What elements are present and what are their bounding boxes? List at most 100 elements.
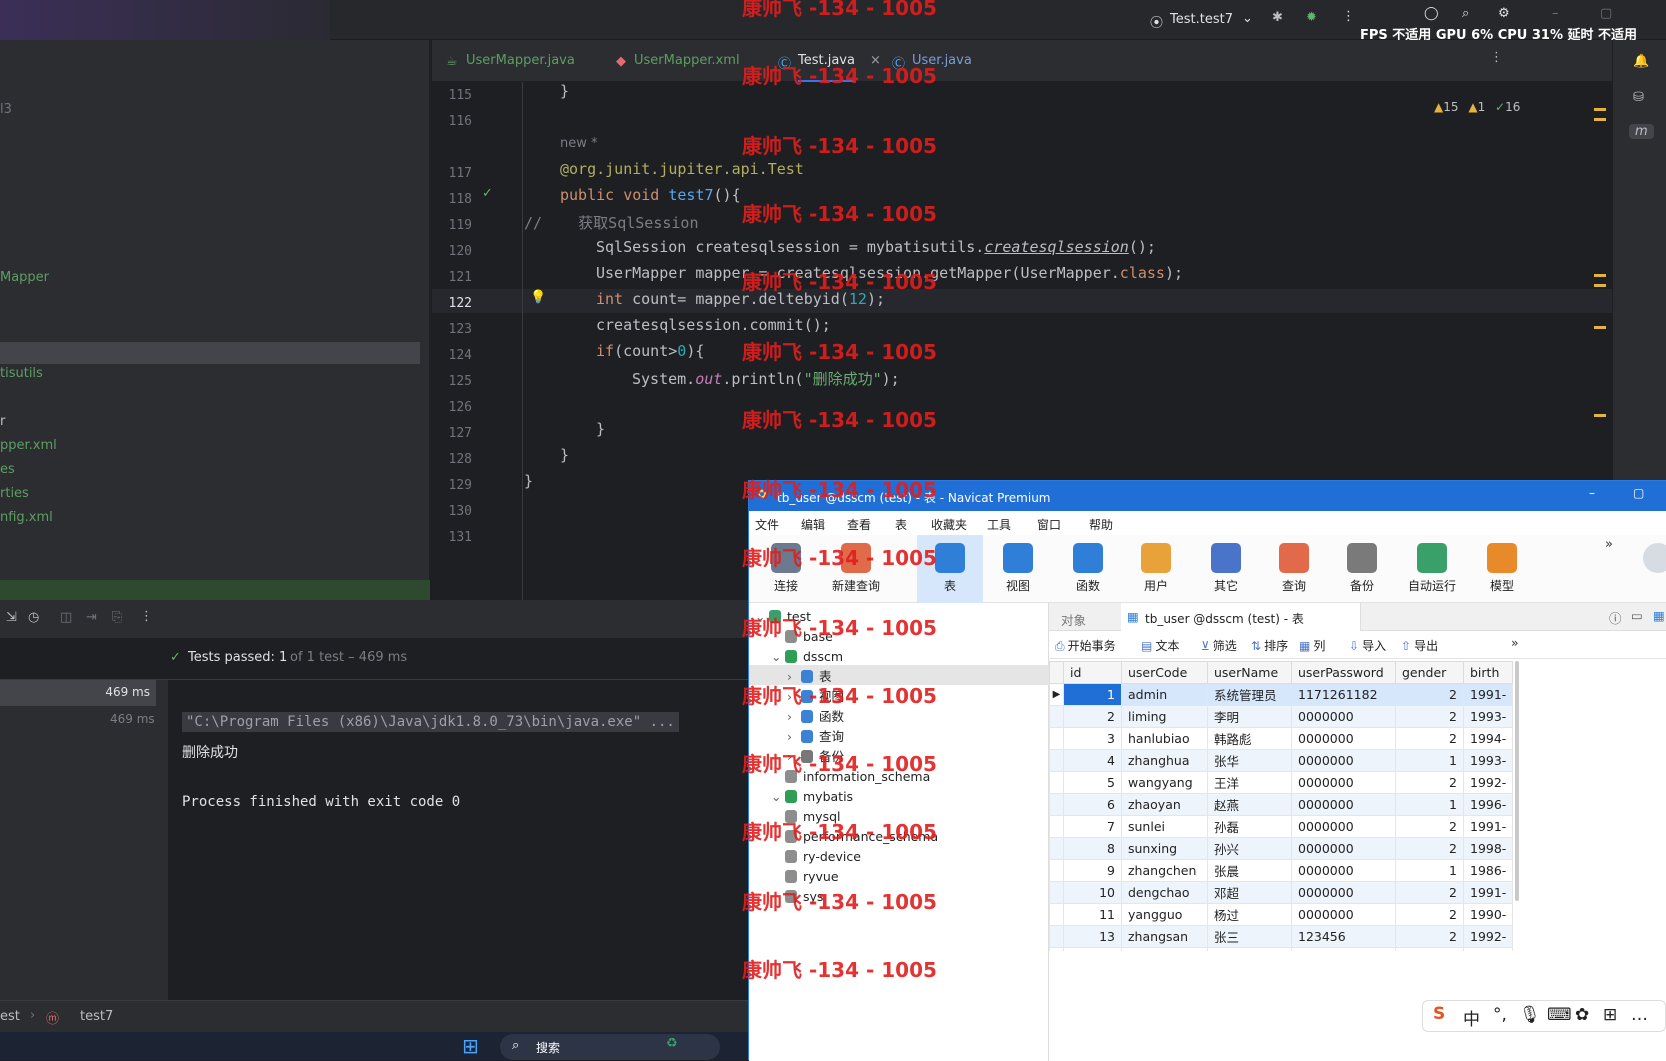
row-marker[interactable] (1049, 727, 1064, 750)
run-config-selector[interactable]: Test.test7 (1170, 12, 1233, 27)
row-marker[interactable] (1049, 815, 1064, 838)
table-cell[interactable]: 14 (1063, 947, 1122, 951)
project-tree-item[interactable]: l3 (0, 102, 12, 117)
row-marker[interactable] (1049, 859, 1064, 882)
camera-icon[interactable]: ◫ (60, 610, 72, 625)
table-cell[interactable]: 2 (1395, 903, 1464, 926)
windows-start-icon[interactable]: ⊞ (462, 1034, 479, 1058)
project-tree-item[interactable]: es (0, 462, 15, 477)
menu-item[interactable]: 收藏夹 (931, 516, 967, 533)
table-cell[interactable]: 孙兴 (1207, 837, 1292, 860)
table-row[interactable]: 10 dengchao 邓超 0000000 2 1991- (1049, 881, 1514, 904)
table-cell[interactable]: 赵燕 (1207, 793, 1292, 816)
table-tool-button[interactable]: ▤ 文本 (1141, 637, 1179, 654)
toolbar-button[interactable]: 模型 (1469, 535, 1535, 603)
history-icon[interactable]: ◷ (28, 610, 39, 625)
table-tool-button[interactable]: ⇩ 导入 (1349, 637, 1386, 654)
chevron-down-icon[interactable]: ⌄ (1242, 11, 1253, 26)
maximize-icon[interactable]: ▢ (1600, 6, 1612, 21)
maven-icon[interactable]: m (1629, 124, 1654, 139)
table-cell[interactable]: zhangchen (1121, 859, 1208, 882)
row-marker[interactable] (1049, 705, 1064, 728)
avatar[interactable] (1643, 543, 1666, 573)
table-cell[interactable]: 1171261182 (1291, 683, 1396, 706)
table-cell[interactable]: 11 (1063, 903, 1122, 926)
row-marker[interactable] (1049, 771, 1064, 794)
more-icon[interactable]: ⋮ (1342, 9, 1355, 24)
table-cell[interactable]: zhaoyan (1121, 793, 1208, 816)
table-row[interactable]: 11 yangguo 杨过 0000000 2 1990- (1049, 903, 1514, 926)
code-line-120[interactable]: SqlSession createsqlsession = mybatisuti… (596, 238, 1156, 256)
table-row[interactable]: 4 zhanghua 张华 0000000 1 1993- (1049, 749, 1514, 772)
project-tree-item[interactable]: rties (0, 486, 29, 501)
more-icon[interactable]: ⋮ (140, 609, 153, 624)
breadcrumb-method[interactable]: test7 (80, 1009, 113, 1024)
sort-icon[interactable]: ⇲ (6, 610, 17, 625)
project-widget[interactable] (0, 0, 330, 40)
table-row[interactable]: 5 wangyang 王洋 0000000 2 1992- (1049, 771, 1514, 794)
toolbar-button[interactable]: 备份 (1329, 535, 1395, 603)
table-cell[interactable]: 123456 (1291, 925, 1396, 948)
chevron-icon[interactable]: ⌄ (771, 647, 785, 667)
error-stripe-mark[interactable] (1594, 326, 1606, 329)
table-cell[interactable]: 0000000 (1291, 705, 1396, 728)
table-cell[interactable]: 张晨 (1207, 859, 1292, 882)
ime-language[interactable]: 中 (1463, 1005, 1480, 1030)
table-cell[interactable]: liming (1121, 705, 1208, 728)
table-cell[interactable]: 0000000 (1291, 837, 1396, 860)
row-marker[interactable] (1049, 903, 1064, 926)
table-cell[interactable]: 2 (1395, 705, 1464, 728)
taskbar-search[interactable]: ⌕ 搜索 ♻ (500, 1034, 720, 1060)
test-tree-selected-row[interactable]: 469 ms (0, 680, 156, 706)
column-header[interactable]: userPassword (1291, 661, 1396, 684)
table-cell[interactable]: 6 (1063, 793, 1122, 816)
project-tree-item[interactable]: pper.xml (0, 438, 57, 453)
table-cell[interactable]: 10 (1063, 881, 1122, 904)
tree-item[interactable]: ⌄ mybatis (771, 787, 853, 807)
table-row[interactable]: 2 liming 李明 0000000 2 1993- (1049, 705, 1514, 728)
code-line-123[interactable]: createsqlsession.commit(); (596, 316, 831, 334)
table-tool-button[interactable]: ⊻ 筛选 (1201, 637, 1237, 654)
column-header[interactable]: gender (1395, 661, 1464, 684)
table-cell[interactable]: yangguo (1121, 903, 1208, 926)
table-cell[interactable]: 1992- (1462, 925, 1514, 948)
table-cell[interactable]: 2 (1395, 837, 1464, 860)
row-marker[interactable] (1049, 793, 1064, 816)
table-cell[interactable]: 2 (1395, 947, 1464, 951)
toolbar-overflow-icon[interactable]: » (1511, 635, 1519, 650)
code-line-125[interactable]: System.out.println("删除成功"); (632, 368, 900, 389)
more-icon[interactable]: … (1631, 1005, 1648, 1025)
table-cell[interactable]: sunxing (1121, 837, 1208, 860)
table-cell[interactable]: 0000000 (1291, 771, 1396, 794)
table-cell[interactable]: 孙磊 (1207, 815, 1292, 838)
table-row[interactable]: ▶ 1 admin 系统管理员 1171261182 2 1991- (1049, 683, 1514, 706)
code-line-119[interactable]: // 获取SqlSession (524, 212, 699, 233)
table-cell[interactable]: 邓超 (1207, 881, 1292, 904)
menu-item[interactable]: 窗口 (1037, 516, 1061, 533)
table-cell[interactable]: 测试用户1 (1207, 947, 1292, 951)
column-header[interactable]: birth (1462, 661, 1514, 684)
bell-icon[interactable]: 🔔 (1633, 54, 1649, 69)
project-tree-item[interactable]: Mapper (0, 270, 49, 285)
code-line-118[interactable]: public void test7(){ (560, 186, 741, 204)
code-line-124[interactable]: if(count>0){ (596, 342, 704, 360)
table-cell[interactable]: 9 (1063, 859, 1122, 882)
table-cell[interactable]: 8 (1063, 837, 1122, 860)
breadcrumb-class[interactable]: est (0, 1009, 20, 1024)
tree-item[interactable]: › 查询 (787, 727, 844, 747)
table-cell[interactable]: wangyang (1121, 771, 1208, 794)
table-cell[interactable]: 1996- (1462, 793, 1514, 816)
table-cell[interactable]: 1991- (1462, 881, 1514, 904)
table-cell[interactable]: 2019- (1462, 947, 1514, 951)
menu-item[interactable]: 文件 (755, 516, 779, 533)
table-cell[interactable]: wangwu (1121, 947, 1208, 951)
error-stripe-mark[interactable] (1594, 118, 1606, 121)
sogou-logo-icon[interactable]: S (1433, 1004, 1445, 1024)
skin-icon[interactable]: ✿ (1575, 1005, 1589, 1025)
table-cell[interactable]: 系统管理员 (1207, 683, 1292, 706)
project-selected-row[interactable] (0, 342, 420, 364)
console-command[interactable]: "C:\Program Files (x86)\Java\jdk1.8.0_73… (182, 712, 679, 732)
tree-item[interactable]: › 函数 (787, 707, 844, 727)
table-cell[interactable]: sunlei (1121, 815, 1208, 838)
minimize-icon[interactable]: – (1552, 6, 1559, 21)
